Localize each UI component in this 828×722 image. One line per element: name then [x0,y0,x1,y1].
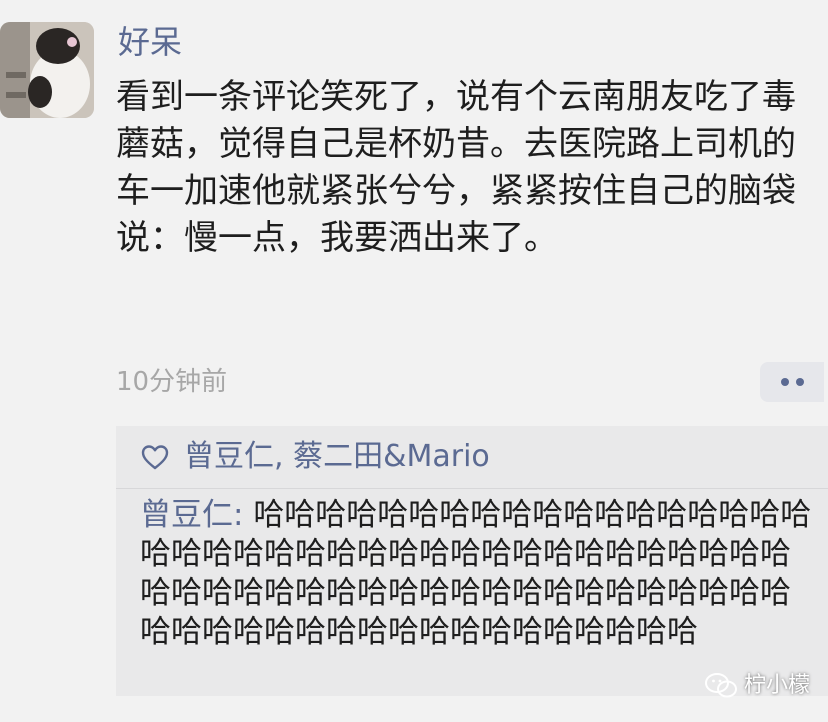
avatar[interactable] [0,22,94,118]
username[interactable]: 好呆 [118,20,182,64]
watermark-text: 柠小檬 [744,673,811,698]
wechat-icon [704,672,738,700]
heart-outline-icon [140,442,170,472]
interaction-box: 曾豆仁, 蔡二田&Mario 曾豆仁: 哈哈哈哈哈哈哈哈哈哈哈哈哈哈哈哈哈哈哈哈… [116,426,828,696]
post-timestamp: 10分钟前 [116,367,228,397]
watermark: 柠小檬 [704,672,810,700]
comment-separator: : [233,497,254,533]
likers-list[interactable]: 曾豆仁, 蔡二田&Mario [184,437,490,477]
divider [116,488,828,489]
more-dots-icon [780,378,789,386]
more-dots-icon [795,378,804,386]
post-text: 看到一条评论笑死了，说有个云南朋友吃了毒蘑菇，觉得自己是杯奶昔。去医院路上司机的… [116,77,796,258]
comment-author[interactable]: 曾豆仁 [140,497,233,533]
comment[interactable]: 曾豆仁: 哈哈哈哈哈哈哈哈哈哈哈哈哈哈哈哈哈哈哈哈哈哈哈哈哈哈哈哈哈哈哈哈哈哈哈… [140,496,820,652]
more-button[interactable] [760,362,824,402]
likes-row: 曾豆仁, 蔡二田&Mario [116,426,828,488]
moments-post: 好呆 看到一条评论笑死了，说有个云南朋友吃了毒蘑菇，觉得自己是杯奶昔。去医院路上… [0,0,828,722]
cat-avatar-icon [0,22,94,118]
